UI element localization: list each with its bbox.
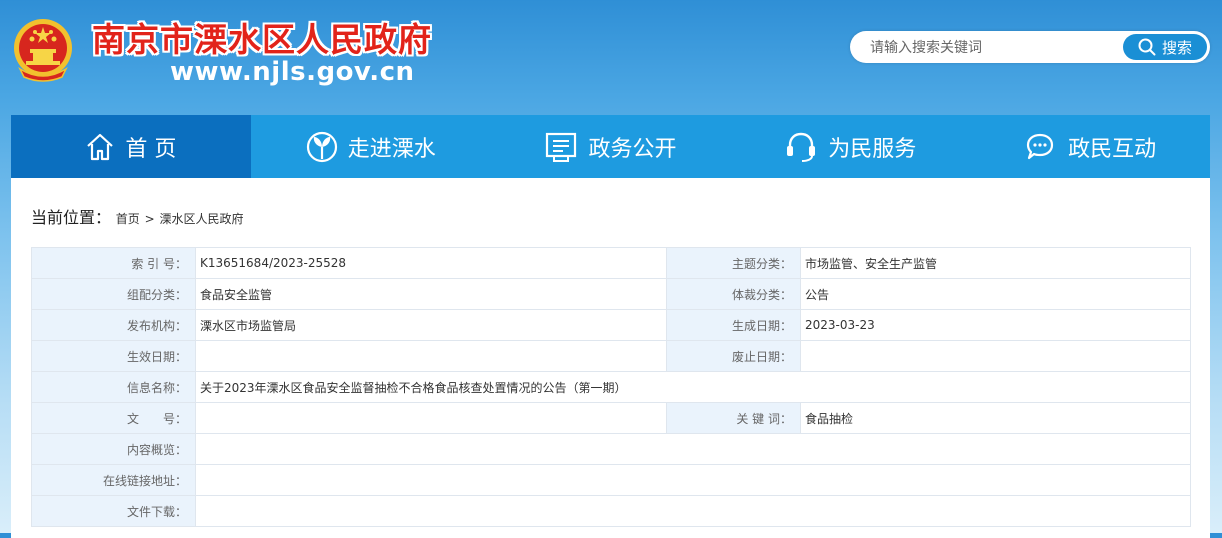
home-icon <box>87 133 114 160</box>
config-value: 食品安全监管 <box>195 278 667 310</box>
table-row: 组配分类： 食品安全监管 体裁分类： 公告 <box>31 278 1191 310</box>
abolished-date-label: 废止日期： <box>666 340 801 372</box>
nav-item-home[interactable]: 首 页 <box>11 115 251 178</box>
index-label: 索 引 号： <box>31 247 196 279</box>
headset-icon <box>787 132 816 162</box>
search-button[interactable]: 搜索 <box>1123 34 1207 60</box>
search-input[interactable] <box>868 36 1122 60</box>
table-row: 索 引 号： K13651684/2023-25528 主题分类： 市场监管、安… <box>31 247 1191 279</box>
doc-number-label: 文 号： <box>31 402 196 434</box>
table-row: 生效日期： 废止日期： <box>31 340 1191 372</box>
nav-item-gov-affairs[interactable]: 政务公开 <box>491 115 731 178</box>
file-download-value[interactable] <box>195 495 1191 527</box>
leaf-icon <box>306 131 337 162</box>
online-link-value[interactable] <box>195 464 1191 496</box>
publisher-label: 发布机构： <box>31 309 196 341</box>
chat-icon <box>1026 133 1054 159</box>
breadcrumb: 当前位置： 首页 > 溧水区人民政府 <box>31 204 243 228</box>
site-url[interactable]: www.njls.gov.cn <box>170 57 415 87</box>
table-row: 文件下载： <box>31 495 1191 527</box>
nav-item-label: 走进溧水 <box>347 136 436 162</box>
created-date-value: 2023-03-23 <box>800 309 1191 341</box>
search-button-label: 搜索 <box>1161 38 1192 57</box>
keywords-value: 食品抽检 <box>800 402 1191 434</box>
summary-label: 内容概览： <box>31 433 196 465</box>
info-meta-table: 索 引 号： K13651684/2023-25528 主题分类： 市场监管、安… <box>31 247 1191 527</box>
nav-item-interaction[interactable]: 政民互动 <box>970 115 1210 178</box>
main-nav: 首 页 走进溧水 政务公开 为民服务 政民互动 <box>11 115 1210 178</box>
breadcrumb-label: 当前位置： <box>31 208 112 227</box>
topic-value: 市场监管、安全生产监管 <box>800 247 1191 279</box>
nav-item-label: 政务公开 <box>588 136 677 162</box>
document-icon <box>546 132 577 162</box>
config-label: 组配分类： <box>31 278 196 310</box>
effective-date-value <box>195 340 667 372</box>
search-box: 搜索 <box>850 31 1210 63</box>
nav-item-label: 为民服务 <box>828 136 917 162</box>
search-icon <box>1138 38 1156 56</box>
effective-date-label: 生效日期： <box>31 340 196 372</box>
genre-value: 公告 <box>800 278 1191 310</box>
publisher-value: 溧水区市场监管局 <box>195 309 667 341</box>
main-content: 当前位置： 首页 > 溧水区人民政府 索 引 号： K13651684/2023… <box>11 178 1210 538</box>
genre-label: 体裁分类： <box>666 278 801 310</box>
topic-label: 主题分类： <box>666 247 801 279</box>
header: 南京市溧水区人民政府 www.njls.gov.cn 搜索 <box>0 0 1222 115</box>
table-row: 文 号： 关 键 词： 食品抽检 <box>31 402 1191 434</box>
nav-item-label: 首 页 <box>125 136 177 162</box>
nav-item-label: 政民互动 <box>1068 136 1157 162</box>
file-download-label: 文件下载： <box>31 495 196 527</box>
site-title[interactable]: 南京市溧水区人民政府 <box>92 13 432 61</box>
nav-item-about-lishui[interactable]: 走进溧水 <box>251 115 491 178</box>
table-row: 在线链接地址： <box>31 464 1191 496</box>
created-date-label: 生成日期： <box>666 309 801 341</box>
info-name-label: 信息名称： <box>31 371 196 403</box>
national-emblem-icon <box>14 19 72 82</box>
breadcrumb-separator: > <box>144 212 155 226</box>
doc-number-value <box>195 402 667 434</box>
summary-value <box>195 433 1191 465</box>
keywords-label: 关 键 词： <box>666 402 801 434</box>
online-link-label: 在线链接地址： <box>31 464 196 496</box>
breadcrumb-current-link[interactable]: 溧水区人民政府 <box>159 212 243 226</box>
info-name-value: 关于2023年溧水区食品安全监督抽检不合格食品核查处置情况的公告（第一期） <box>195 371 1191 403</box>
abolished-date-value <box>800 340 1191 372</box>
nav-item-public-service[interactable]: 为民服务 <box>730 115 970 178</box>
table-row: 内容概览： <box>31 433 1191 465</box>
table-row: 发布机构： 溧水区市场监管局 生成日期： 2023-03-23 <box>31 309 1191 341</box>
index-value: K13651684/2023-25528 <box>195 247 667 279</box>
breadcrumb-home-link[interactable]: 首页 <box>116 212 140 226</box>
table-row: 信息名称： 关于2023年溧水区食品安全监督抽检不合格食品核查处置情况的公告（第… <box>31 371 1191 403</box>
